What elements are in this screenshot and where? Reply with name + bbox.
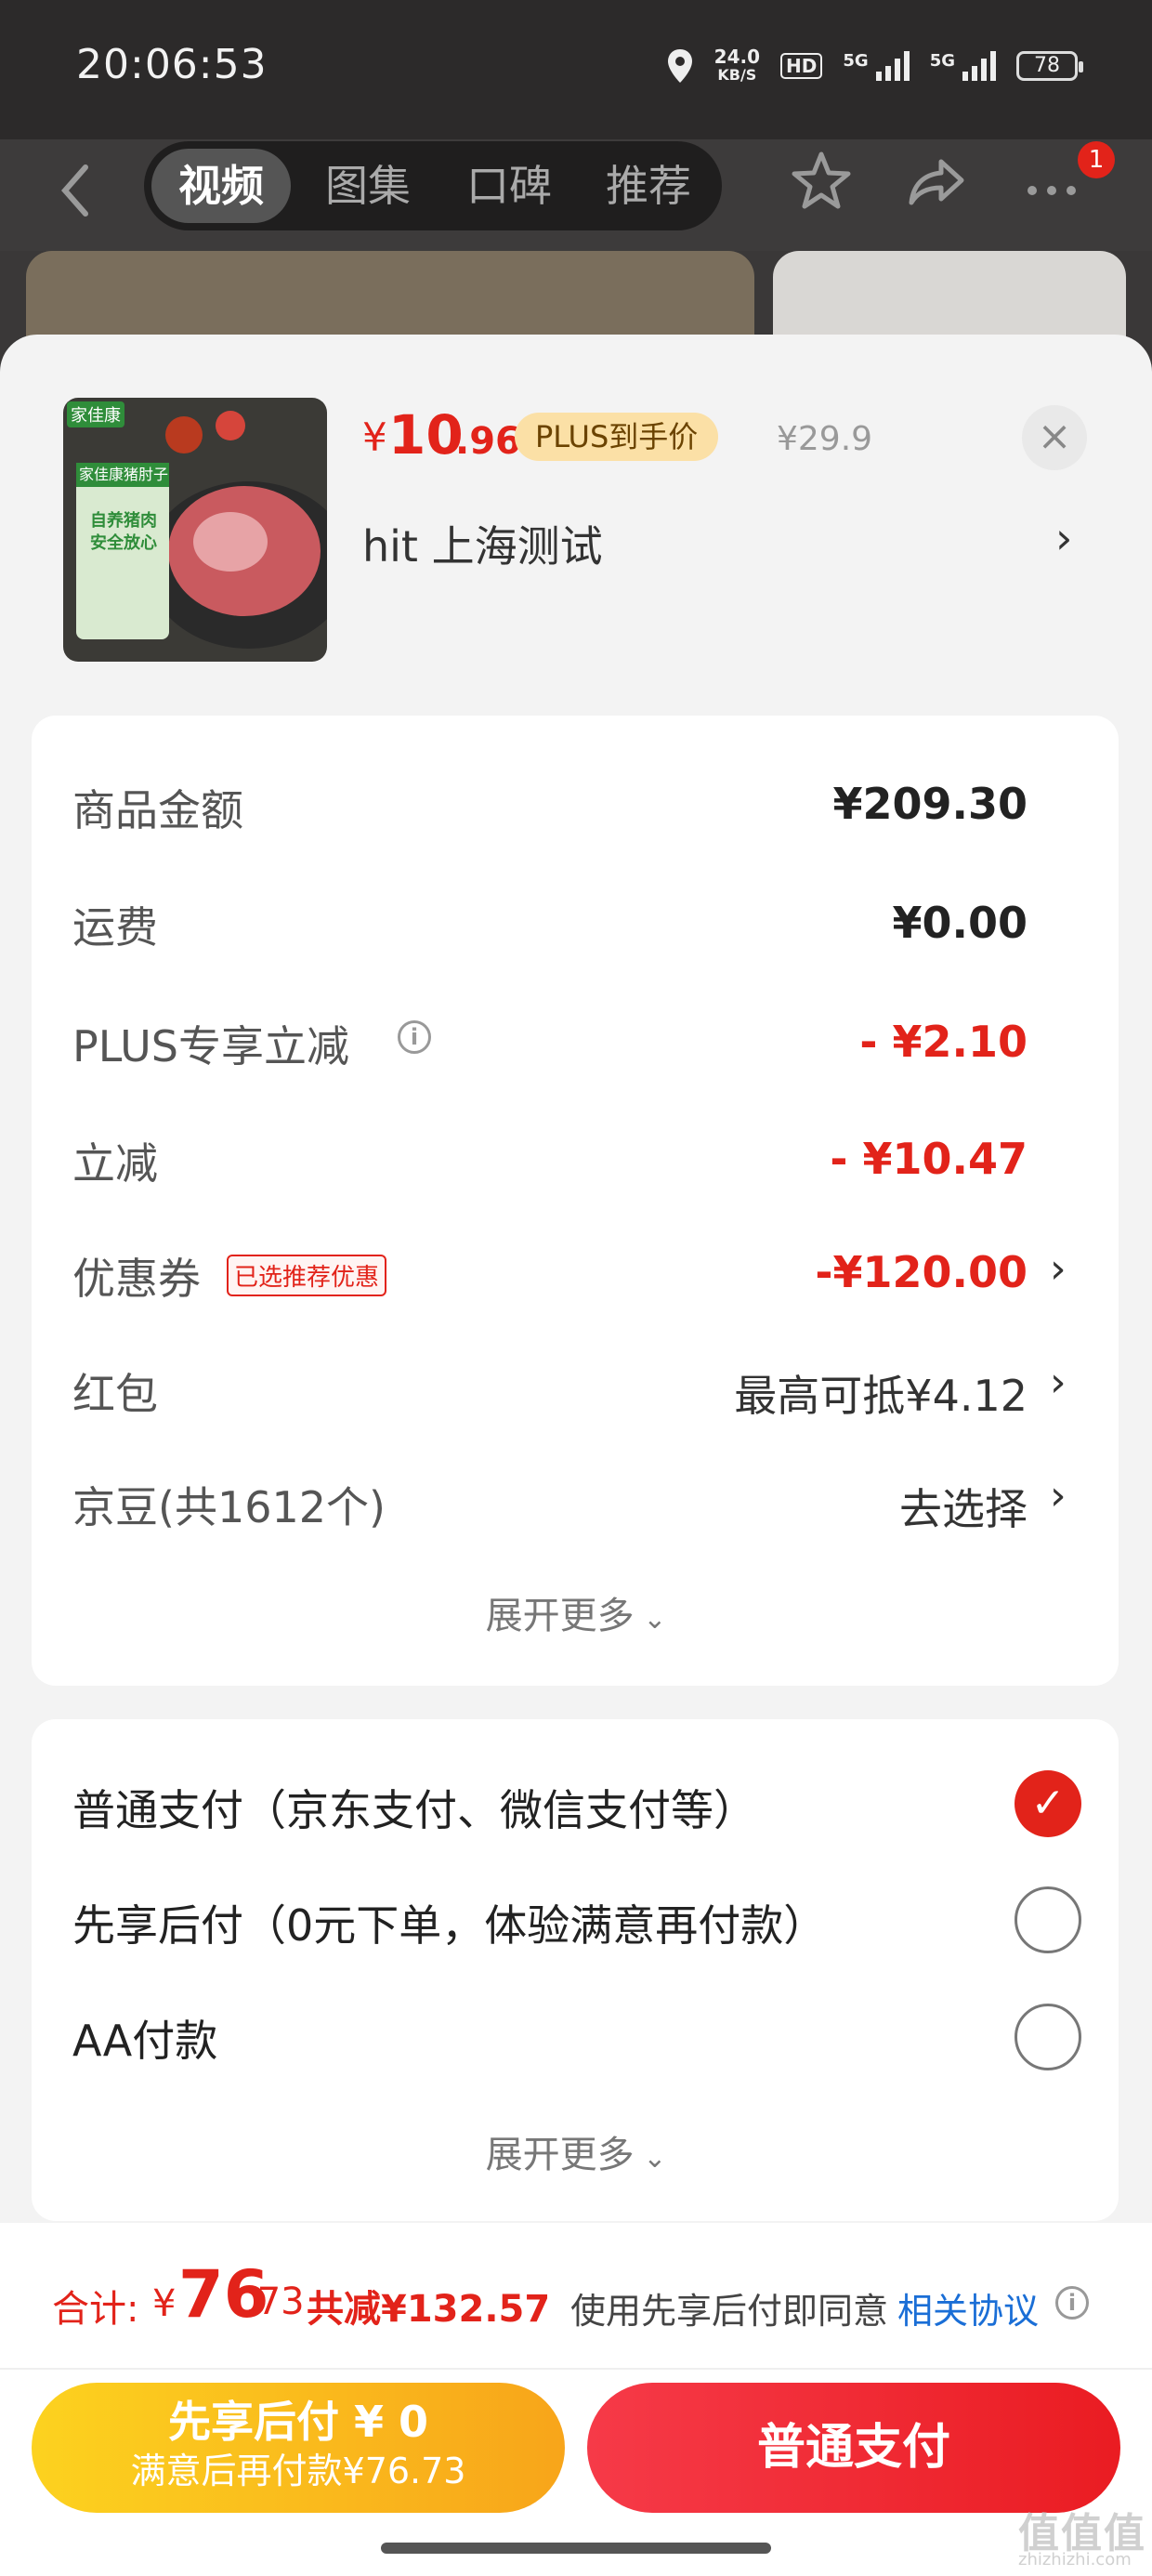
pay-button[interactable]: 普通支付 [587, 2383, 1120, 2513]
chevron-left-icon [61, 164, 88, 217]
notification-badge: 1 [1078, 141, 1115, 178]
star-icon [792, 151, 851, 209]
info-icon[interactable]: i [398, 1020, 431, 1054]
radio-bnpl[interactable] [1015, 1886, 1081, 1953]
payment-expand-label: 展开更多 [485, 2134, 635, 2176]
location-icon [667, 49, 692, 83]
signal-1-label: 5G [843, 51, 869, 71]
thumb-line1: 家佳康猪肘子 [78, 466, 168, 483]
chevron-down-icon: ⌄ [634, 1603, 667, 1636]
instant-discount-value: - ¥10.47 [830, 1134, 1028, 1184]
status-icons: 24.0 KB/S HD 5G 5G 78 [666, 43, 1083, 89]
thumb-line2: 自养猪肉 [90, 511, 157, 531]
product-thumbnail: 家佳康 家佳康猪肘子 自养猪肉 安全放心 [63, 398, 327, 662]
watermark-sub: zhizhizhi.com [1018, 2550, 1132, 2569]
jd-beans-value[interactable]: 去选择 [899, 1476, 1028, 1537]
tab-gallery[interactable]: 图集 [298, 149, 438, 223]
chevron-right-icon[interactable]: › [1050, 1359, 1067, 1406]
net-speed-unit: KB/S [717, 66, 757, 84]
home-indicator[interactable] [381, 2543, 771, 2554]
chevron-down-icon: ⌄ [634, 2142, 667, 2175]
order-summary-card [32, 716, 1119, 1686]
coupon-value[interactable]: -¥120.00 [815, 1247, 1028, 1297]
price-integer: 10 [388, 403, 464, 467]
close-icon: × [1037, 413, 1072, 460]
agreement-text: 使用先享后付即同意 [570, 2291, 889, 2332]
share-button[interactable] [899, 149, 974, 223]
close-button[interactable]: × [1022, 405, 1087, 470]
media-tabs: 视频 图集 口碑 推荐 [144, 141, 722, 230]
shipping-label: 运费 [72, 902, 158, 953]
agreement-link[interactable]: 相关协议 [897, 2282, 1039, 2333]
chevron-right-icon[interactable]: › [1050, 1472, 1067, 1519]
jd-beans-label[interactable]: 京豆(共1612个) [72, 1474, 386, 1535]
payment-option-bnpl[interactable]: 先享后付（0元下单，体验满意再付款） [72, 1892, 826, 1953]
shipping-value: ¥0.00 [892, 898, 1028, 948]
total-label: 合计: [52, 2288, 139, 2331]
more-icon [1028, 186, 1076, 195]
red-packet-value[interactable]: 最高可抵¥4.12 [734, 1362, 1028, 1424]
coupon-label[interactable]: 优惠券 [72, 1245, 201, 1307]
status-time: 20:06:53 [76, 41, 268, 88]
payment-option-standard[interactable]: 普通支付（京东支付、微信支付等） [72, 1777, 756, 1838]
chevron-right-icon[interactable]: › [1055, 513, 1072, 563]
signal-2-label: 5G [929, 51, 955, 71]
original-price: ¥29.9 [777, 420, 873, 458]
total-decimal: .73 [245, 2280, 305, 2323]
tab-video[interactable]: 视频 [151, 149, 291, 223]
net-speed-value: 24.0 [713, 46, 761, 68]
battery-icon: 78 [1016, 51, 1083, 81]
payment-expand-button[interactable]: 展开更多 ⌄ [465, 2124, 687, 2178]
total-savings: 共减¥132.57 [307, 2288, 551, 2331]
net-speed: 24.0 KB/S [714, 47, 760, 85]
tab-reviews[interactable]: 口碑 [439, 149, 579, 223]
footer-divider [0, 2368, 1152, 2370]
hd-icon: HD [780, 53, 823, 79]
tab-recommend[interactable]: 推荐 [579, 149, 718, 223]
payment-option-aa[interactable]: AA付款 [72, 2007, 217, 2069]
bnpl-subtitle: 满意后再付款¥76.73 [130, 2451, 466, 2491]
chevron-right-icon[interactable]: › [1050, 1245, 1067, 1293]
plus-price-badge: PLUS到手价 [515, 413, 719, 461]
signal-2-icon: 5G [930, 51, 996, 81]
plus-discount-label: PLUS专享立减 [72, 1021, 349, 1071]
total-currency: ¥ [152, 2282, 177, 2325]
red-packet-label[interactable]: 红包 [72, 1360, 158, 1422]
share-icon [909, 159, 964, 205]
delivery-address[interactable]: hit 上海测试 [362, 513, 603, 574]
favorite-button[interactable] [784, 149, 858, 223]
bnpl-title: 先享后付 ¥ 0 [167, 2397, 429, 2447]
bnpl-button[interactable]: 先享后付 ¥ 0 满意后再付款¥76.73 [32, 2383, 565, 2513]
radio-standard-checked[interactable]: ✓ [1015, 1770, 1081, 1837]
price-decimal: .96 [455, 420, 521, 463]
subtotal-value: ¥209.30 [832, 779, 1028, 829]
info-icon[interactable]: i [1055, 2286, 1089, 2320]
back-button[interactable] [56, 158, 121, 223]
summary-expand-button[interactable]: 展开更多 ⌄ [465, 1585, 687, 1639]
summary-expand-label: 展开更多 [485, 1595, 635, 1637]
instant-discount-label: 立减 [72, 1138, 158, 1189]
thumb-brand: 家佳康 [67, 401, 124, 427]
signal-1-icon: 5G [843, 51, 910, 81]
coupon-tag: 已选推荐优惠 [227, 1255, 387, 1296]
radio-aa[interactable] [1015, 2004, 1081, 2070]
subtotal-label: 商品金额 [72, 785, 243, 835]
thumb-line3: 安全放心 [90, 533, 157, 553]
plus-discount-value: - ¥2.10 [859, 1017, 1028, 1067]
price-currency: ¥ [362, 414, 387, 460]
